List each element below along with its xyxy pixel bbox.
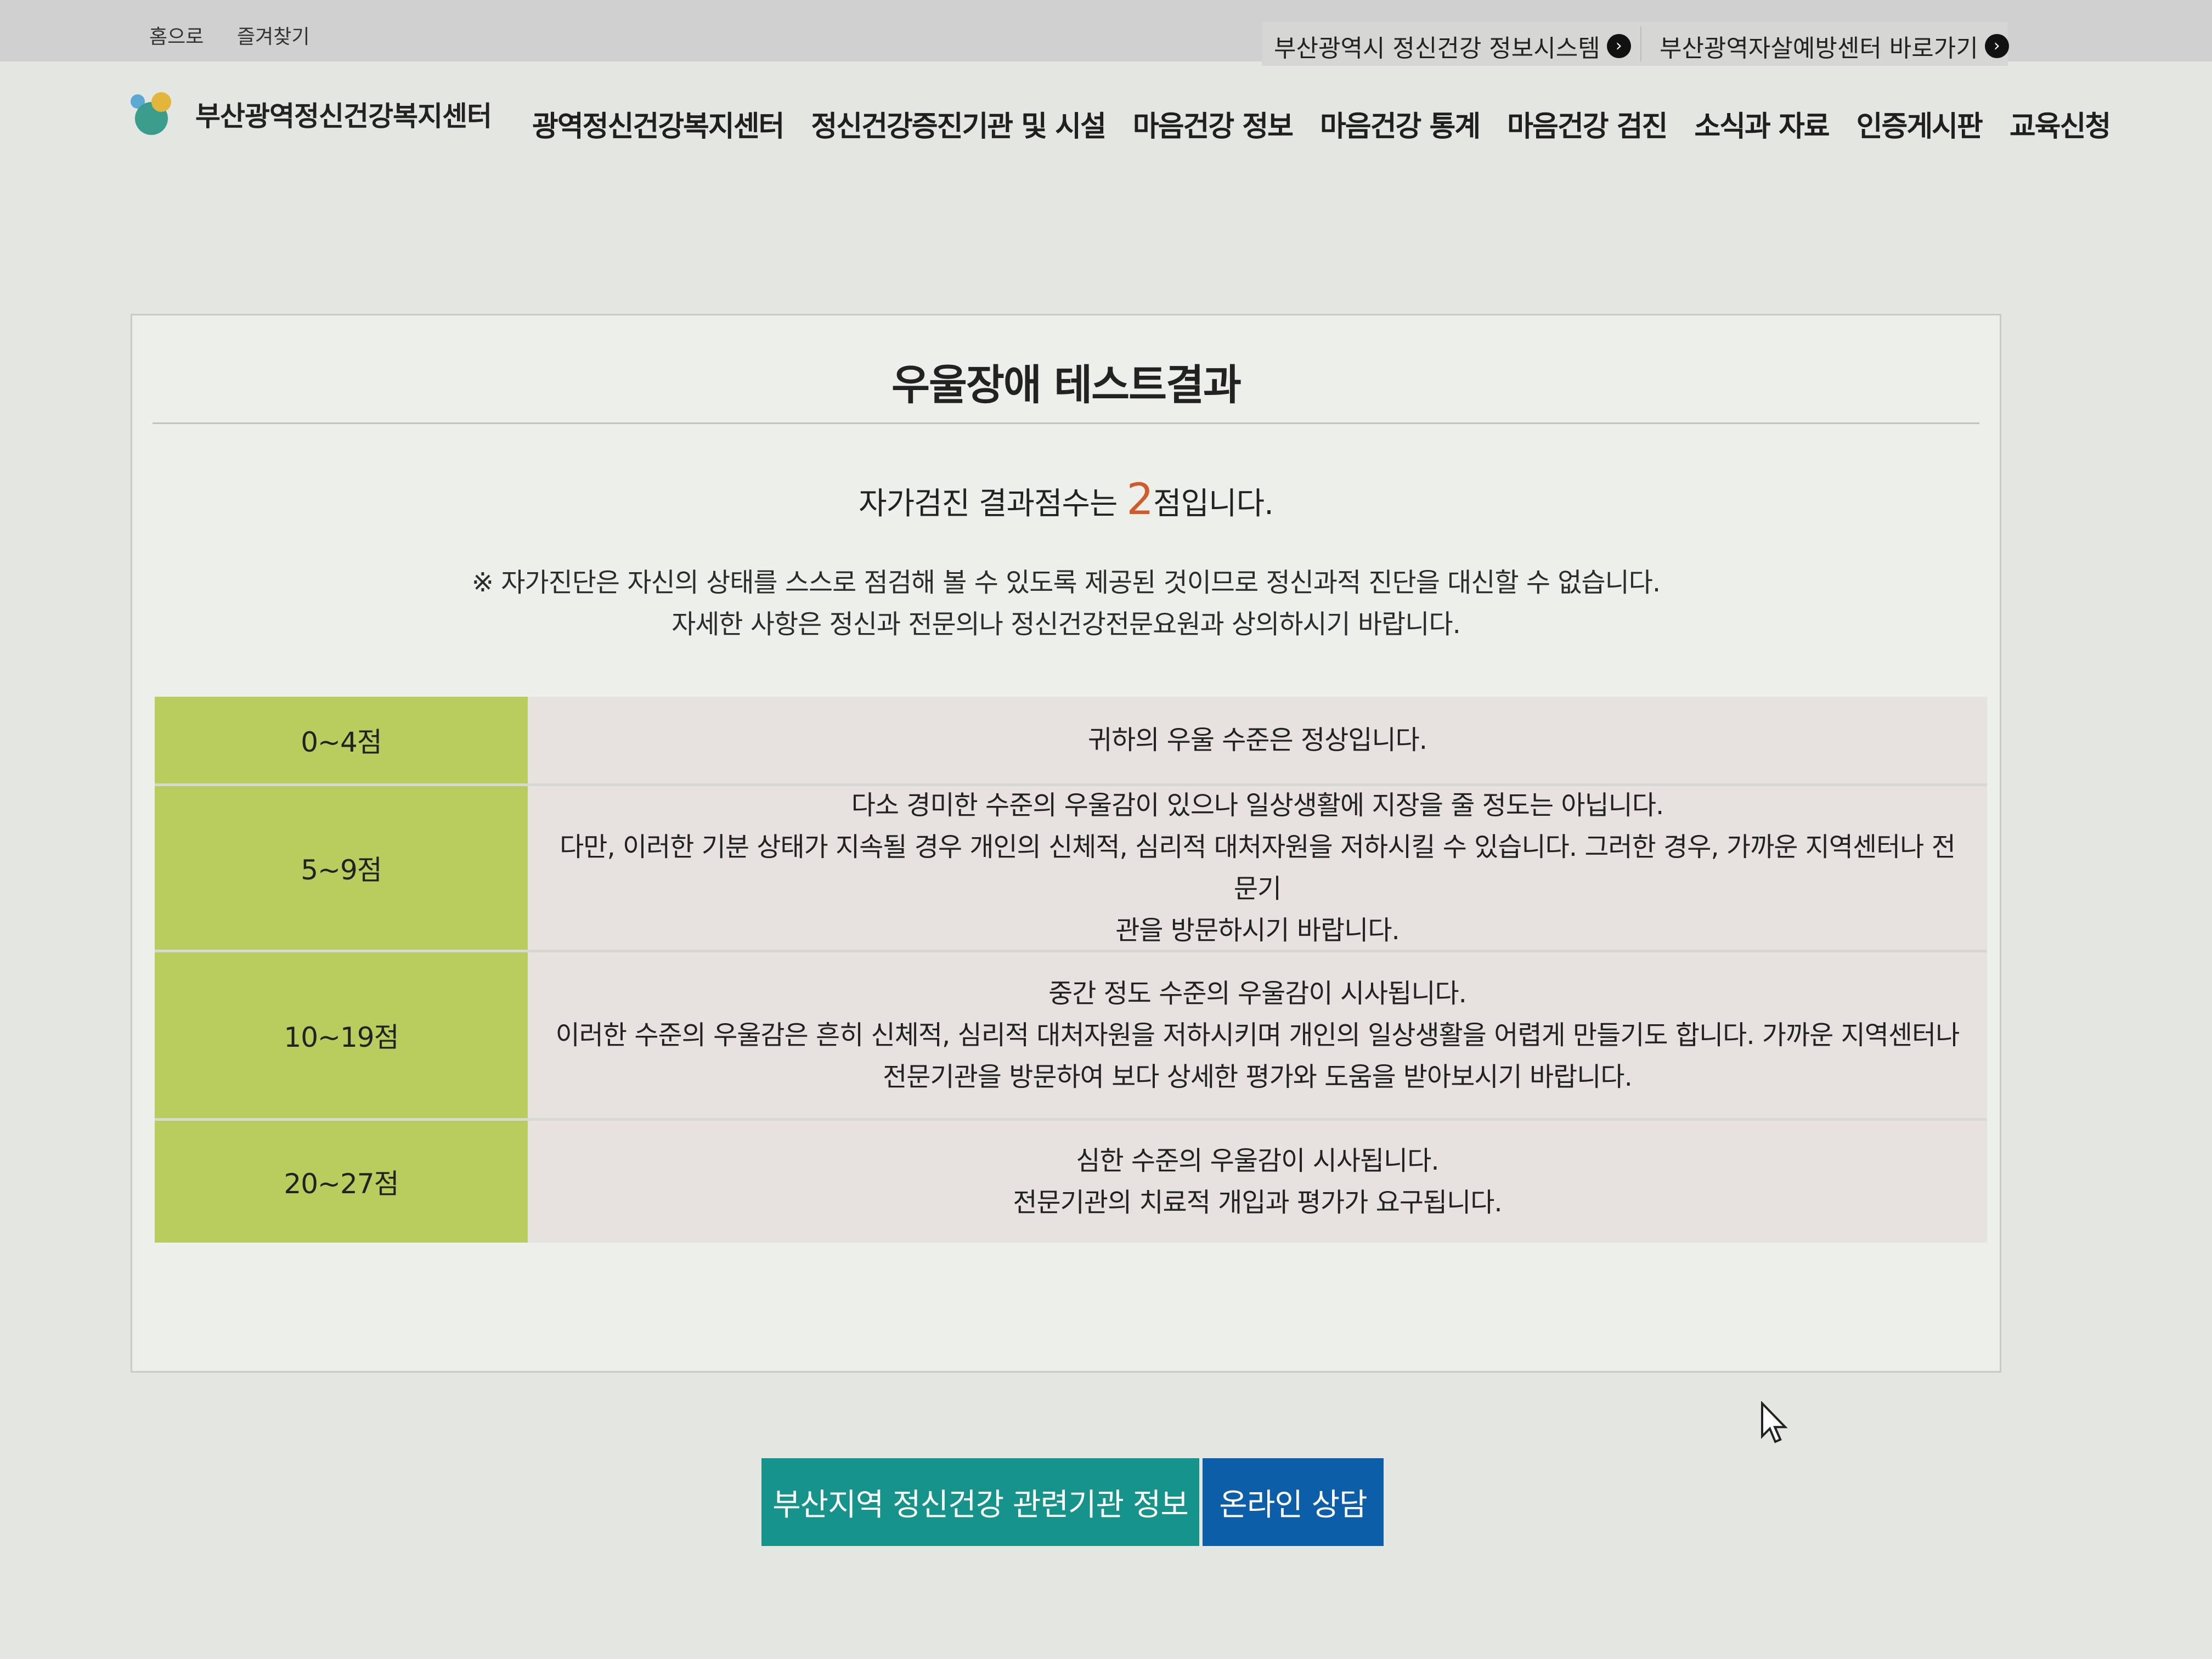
external-links-divider: [1640, 26, 1641, 61]
nav-item-mind-health-stats[interactable]: 마음건강 통계: [1320, 103, 1481, 144]
score-range: 20~27점: [155, 1121, 528, 1243]
page-title: 우울장애 테스트결과: [891, 360, 1242, 409]
score-value: 2: [1126, 475, 1154, 524]
score-description: 중간 정도 수준의 우울감이 시사됩니다. 이러한 수준의 우울감은 흔히 신체…: [528, 952, 1987, 1118]
score-prefix: 자가검진 결과점수는: [859, 486, 1127, 522]
nav-item-mind-health-check[interactable]: 마음건강 검진: [1507, 103, 1668, 144]
arrow-circle-right-icon: ›: [1606, 34, 1631, 58]
table-row: 5~9점 다소 경미한 수준의 우울감이 있으나 일상생활에 지장을 줄 정도는…: [155, 786, 1987, 952]
score-table: 0~4점 귀하의 우울 수준은 정상입니다. 5~9점 다소 경미한 수준의 우…: [155, 697, 1987, 1243]
logo-mark-icon: [131, 88, 183, 140]
nav-item-news-resources[interactable]: 소식과 자료: [1694, 103, 1830, 144]
disclaimer-line-2: 자세한 사항은 정신과 전문의나 정신건강전문요원과 상의하시기 바랍니다.: [672, 609, 1461, 640]
nav-item-metro-center[interactable]: 광역정신건강복지센터: [532, 103, 785, 144]
score-description: 다소 경미한 수준의 우울감이 있으나 일상생활에 지장을 줄 정도는 아닙니다…: [528, 786, 1987, 950]
mouse-pointer-icon: [1761, 1401, 1788, 1443]
nav-item-institutions[interactable]: 정신건강증진기관 및 시설: [811, 103, 1106, 144]
table-row: 10~19점 중간 정도 수준의 우울감이 시사됩니다. 이러한 수준의 우울감…: [155, 952, 1987, 1121]
disclaimer-line-1: ※ 자가진단은 자신의 상태를 스스로 점검해 볼 수 있도록 제공된 것이므로…: [471, 567, 1661, 598]
suicide-prevention-center-link[interactable]: 부산광역자살예방센터 바로가기 ›: [1660, 29, 2009, 64]
score-summary: 자가검진 결과점수는 2점입니다.: [131, 475, 2001, 524]
arrow-circle-right-icon: ›: [1984, 34, 2009, 58]
score-range: 0~4점: [155, 697, 528, 783]
nav-item-education[interactable]: 교육신청: [2010, 103, 2111, 144]
main-nav: 광역정신건강복지센터 정신건강증진기관 및 시설 마음건강 정보 마음건강 통계…: [532, 103, 2111, 144]
score-range: 10~19점: [155, 952, 528, 1118]
external-link-label: 부산광역자살예방센터 바로가기: [1660, 35, 1978, 63]
home-link[interactable]: 홈으로: [149, 21, 204, 49]
score-suffix: 점입니다.: [1153, 486, 1274, 522]
external-link-label: 부산광역시 정신건강 정보시스템: [1274, 35, 1600, 63]
mental-health-info-system-link[interactable]: 부산광역시 정신건강 정보시스템 ›: [1274, 29, 1631, 64]
score-description: 심한 수준의 우울감이 시사됩니다. 전문기관의 치료적 개입과 평가가 요구됩…: [528, 1121, 1987, 1243]
institutions-info-button[interactable]: 부산지역 정신건강 관련기관 정보: [761, 1458, 1199, 1546]
site-logo[interactable]: 부산광역정신건강복지센터: [131, 88, 492, 140]
favorites-link[interactable]: 즐겨찾기: [237, 21, 309, 49]
table-row: 0~4점 귀하의 우울 수준은 정상입니다.: [155, 697, 1987, 786]
online-counsel-button[interactable]: 온라인 상담: [1203, 1458, 1384, 1546]
nav-item-certification-board[interactable]: 인증게시판: [1857, 103, 1983, 144]
table-row: 20~27점 심한 수준의 우울감이 시사됩니다. 전문기관의 치료적 개입과 …: [155, 1121, 1987, 1243]
score-description: 귀하의 우울 수준은 정상입니다.: [528, 697, 1987, 783]
title-divider: [153, 422, 1979, 424]
site-name: 부산광역정신건강복지센터: [195, 100, 492, 132]
nav-item-mind-health-info[interactable]: 마음건강 정보: [1133, 103, 1294, 144]
score-range: 5~9점: [155, 786, 528, 950]
